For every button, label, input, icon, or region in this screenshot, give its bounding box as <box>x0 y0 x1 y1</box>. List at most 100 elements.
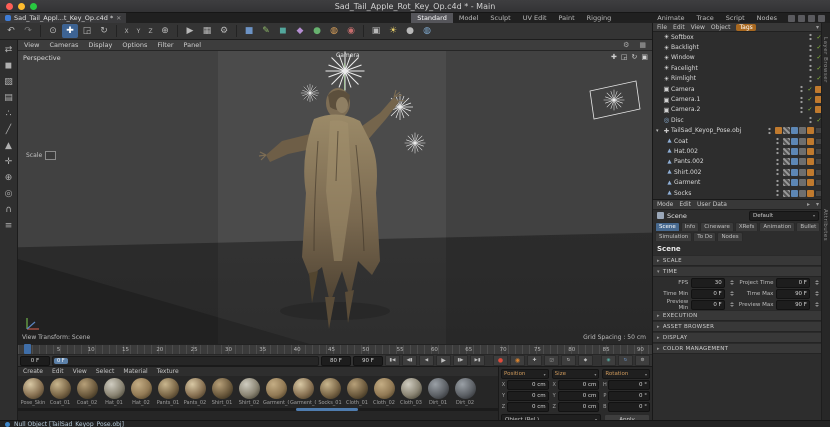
redo-icon[interactable]: ↷ <box>20 24 36 38</box>
visibility-dots-icon[interactable] <box>767 126 772 135</box>
scale-tool-icon[interactable]: ◲ <box>79 24 95 38</box>
object-row-camera2[interactable]: ▣ Camera.2 ✓ <box>653 105 823 115</box>
section-time[interactable]: ▾ TIME <box>653 266 823 277</box>
spinner-icon[interactable] <box>814 280 819 285</box>
am-menu-mode[interactable]: Mode <box>657 201 673 208</box>
material-menu-material[interactable]: Material <box>123 368 147 375</box>
loop-mode-icon[interactable]: ↻ <box>618 355 633 366</box>
material-item[interactable]: Cloth_03 <box>398 378 424 406</box>
vis ibility-dots-icon[interactable] <box>799 95 804 104</box>
material-tag-icon[interactable] <box>807 137 814 145</box>
layout-tab-script[interactable]: Script <box>720 13 751 23</box>
layout-tab-trace[interactable]: Trace <box>691 13 720 23</box>
object-row-pants[interactable]: ▲ Pants.002 <box>653 157 823 167</box>
layout-tab-uvedit[interactable]: UV Edit <box>517 13 553 23</box>
size-z-field[interactable]: 0 cm <box>557 402 600 412</box>
visibility-dots-icon[interactable] <box>808 33 813 42</box>
zoom-view-icon[interactable]: ◲ <box>621 53 628 61</box>
visibility-dots-icon[interactable] <box>775 137 780 146</box>
rotation-h-field[interactable]: 0 ° <box>608 380 651 390</box>
material-item[interactable]: Hat_02 <box>128 378 154 406</box>
spinner-icon[interactable] <box>729 302 734 307</box>
simulate-icon[interactable]: ◉ <box>343 24 359 38</box>
object-row-coat[interactable]: ▲ Coat <box>653 136 823 146</box>
uvw-tag-icon[interactable] <box>783 179 790 187</box>
time-min-field[interactable]: 0 F <box>691 288 725 299</box>
material-scroll-thumb[interactable] <box>296 408 359 411</box>
layout-icon-4[interactable] <box>818 14 825 22</box>
layout-tab-rigging[interactable]: Rigging <box>581 13 618 23</box>
toggle-view-icon[interactable]: ▣ <box>641 53 648 61</box>
sky-icon[interactable]: ◍ <box>419 24 435 38</box>
camera-add-icon[interactable]: ▣ <box>368 24 384 38</box>
layout-tab-paint[interactable]: Paint <box>553 13 581 23</box>
object-row-camera[interactable]: ▣ Camera ✓ <box>653 84 823 94</box>
material-item[interactable]: Dirt_01 <box>425 378 451 406</box>
section-asset-browser[interactable]: ▸ ASSET BROWSER <box>653 321 823 332</box>
y-axis-lock-icon[interactable]: Y <box>133 24 144 38</box>
layout-tab-sculpt[interactable]: Sculpt <box>484 13 516 23</box>
size-x-field[interactable]: 0 cm <box>557 380 600 390</box>
viewport-menu-cameras[interactable]: Cameras <box>49 41 78 49</box>
layout-tab-animate[interactable]: Animate <box>651 13 690 23</box>
rotate-tool-icon[interactable]: ↻ <box>96 24 112 38</box>
am-history-icon[interactable]: ▸ <box>807 201 810 208</box>
viewport-menu-display[interactable]: Display <box>88 41 112 49</box>
phong-tag-icon[interactable] <box>791 158 798 166</box>
pan-view-icon[interactable]: ✚ <box>611 53 617 61</box>
phong-tag-icon[interactable] <box>791 189 798 197</box>
next-frame-button[interactable]: ▮▶ <box>453 355 468 366</box>
polygons-mode-icon[interactable]: ▲ <box>1 139 16 153</box>
layout-tab-nodes[interactable]: Nodes <box>751 13 783 23</box>
dock-tab-attributes[interactable]: Attributes <box>822 209 828 241</box>
autokey-button[interactable]: ◉ <box>510 355 525 366</box>
document-tab[interactable]: Sad_Tail_Appl...t_Key_Op.c4d * ✕ <box>0 13 127 23</box>
object-row-backlight[interactable]: ☀ Backlight ✓ <box>653 42 823 52</box>
uvw-tag-icon[interactable] <box>783 168 790 176</box>
tab-simulation[interactable]: Simulation <box>655 232 693 241</box>
prev-frame-button[interactable]: ◀ <box>419 355 434 366</box>
visibility-dots-icon[interactable] <box>808 64 813 73</box>
material-tag-icon[interactable] <box>807 189 814 197</box>
material-item[interactable]: Coat_01 <box>47 378 73 406</box>
coord-system-icon[interactable]: ⊕ <box>157 24 173 38</box>
material-item[interactable]: Shirt_02 <box>236 378 262 406</box>
tag-icon[interactable] <box>799 189 806 197</box>
viewport-menu-view[interactable]: View <box>24 41 39 49</box>
material-item[interactable]: Shirt_01 <box>209 378 235 406</box>
close-tab-icon[interactable]: ✕ <box>116 15 121 22</box>
tag-icon[interactable] <box>799 168 806 176</box>
viewport-solo-icon[interactable]: ◎ <box>1 187 16 201</box>
uvw-tag-icon[interactable] <box>783 147 790 155</box>
spinner-icon[interactable] <box>729 280 734 285</box>
phong-tag-icon[interactable] <box>791 137 798 145</box>
position-y-field[interactable]: 0 cm <box>507 391 549 401</box>
rotate-view-icon[interactable]: ↻ <box>632 53 638 61</box>
live-selection-icon[interactable]: ⊙ <box>45 24 61 38</box>
material-item[interactable]: Cloth_01 <box>344 378 370 406</box>
layout-tab-standard[interactable]: Standard <box>411 13 453 23</box>
visibility-dots-icon[interactable] <box>799 105 804 114</box>
material-tag-icon[interactable] <box>807 158 814 166</box>
om-menu-object[interactable]: Object <box>711 24 731 31</box>
layout-icon-2[interactable] <box>798 14 805 22</box>
preview-max-field[interactable]: 90 F <box>776 299 810 310</box>
preset-dropdown[interactable]: Default ▾ <box>749 210 819 221</box>
object-row-socks[interactable]: ▲ Socks <box>653 188 823 198</box>
layout-icon-3[interactable] <box>808 14 815 22</box>
material-item[interactable]: Socks_01 <box>317 378 343 406</box>
material-menu-edit[interactable]: Edit <box>52 368 64 375</box>
material-item[interactable]: Coat_02 <box>74 378 100 406</box>
material-item[interactable]: Garment_02 <box>290 378 316 406</box>
goto-end-button[interactable]: ▶▮ <box>470 355 485 366</box>
material-item[interactable]: Pants_02 <box>182 378 208 406</box>
phong-tag-icon[interactable] <box>791 127 798 135</box>
position-x-field[interactable]: 0 cm <box>507 380 549 390</box>
tag-icon[interactable] <box>799 179 806 187</box>
visibility-dots-icon[interactable] <box>808 116 813 125</box>
edges-mode-icon[interactable]: ╱ <box>1 123 16 137</box>
material-item[interactable]: Garment_01 <box>263 378 289 406</box>
camera-null-label[interactable]: Camera <box>336 52 360 59</box>
tab-cineware[interactable]: Cineware <box>700 222 734 231</box>
spline-pen-icon[interactable]: ✎ <box>258 24 274 38</box>
